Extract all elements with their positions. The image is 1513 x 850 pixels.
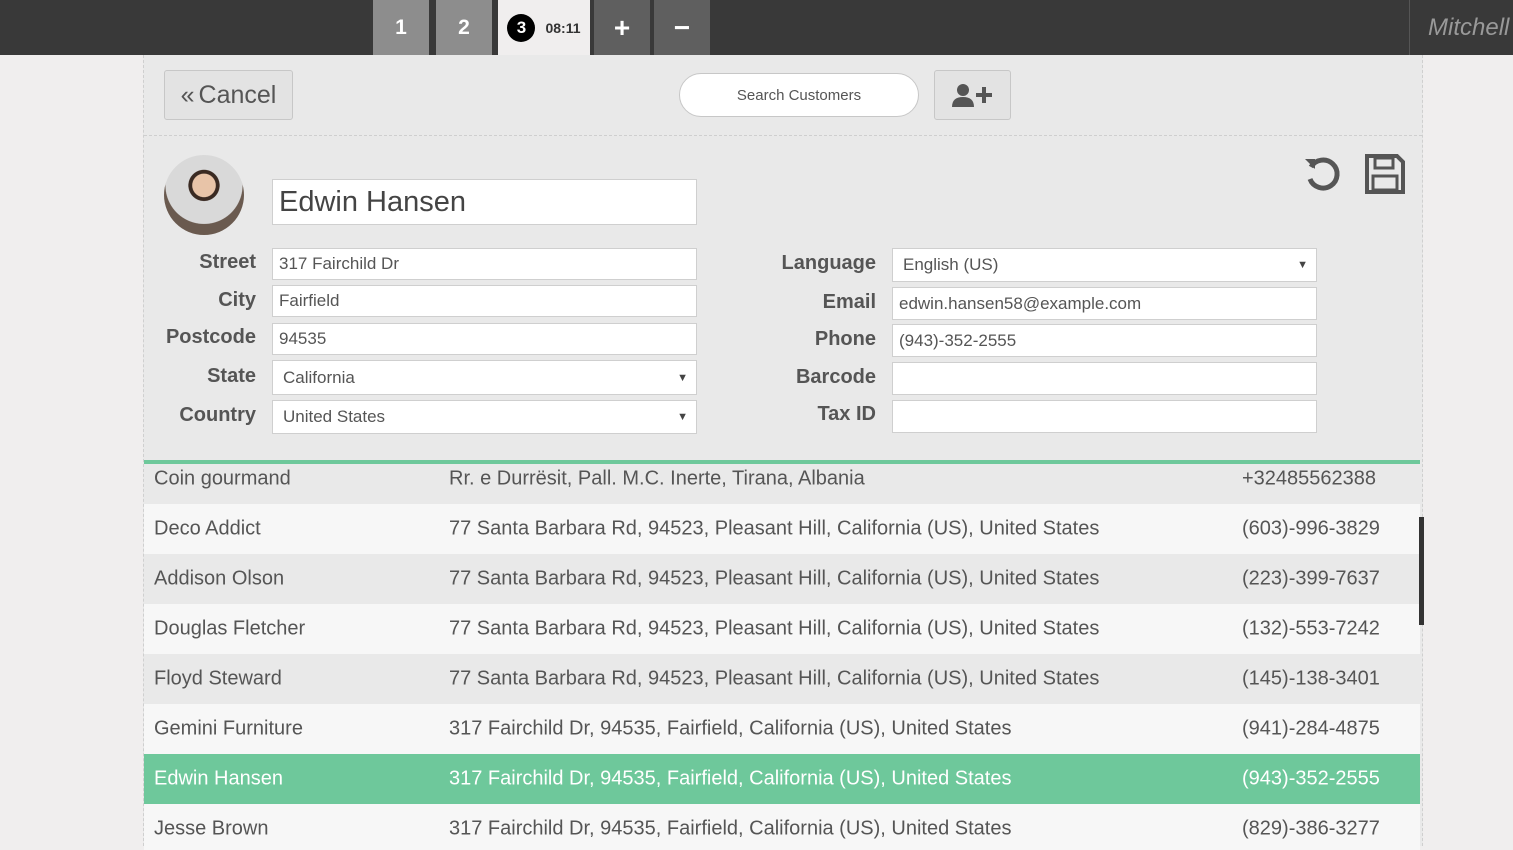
- customer-row[interactable]: Jesse Brown 317 Fairchild Dr, 94535, Fai…: [144, 804, 1420, 850]
- email-label: Email: [822, 291, 876, 313]
- order-tab-3-active[interactable]: 3 08:11: [498, 0, 590, 55]
- remove-order-button[interactable]: −: [654, 0, 710, 55]
- user-plus-icon: [951, 84, 992, 107]
- street-input[interactable]: 317 Fairchild Dr: [272, 248, 697, 280]
- customer-row[interactable]: Floyd Steward 77 Santa Barbara Rd, 94523…: [144, 654, 1420, 704]
- customer-address: 77 Santa Barbara Rd, 94523, Pleasant Hil…: [449, 567, 1100, 590]
- user-name[interactable]: Mitchell Admin: [1409, 0, 1513, 55]
- cancel-button[interactable]: « Cancel: [164, 70, 293, 120]
- customer-name-input[interactable]: Edwin Hansen: [272, 179, 697, 225]
- customer-phone: (829)-386-3277: [1242, 817, 1380, 840]
- country-select[interactable]: United States ▼: [272, 400, 697, 434]
- add-order-button[interactable]: +: [594, 0, 650, 55]
- customer-address: 317 Fairchild Dr, 94535, Fairfield, Cali…: [449, 767, 1012, 790]
- taxid-input[interactable]: [892, 400, 1317, 433]
- customer-row[interactable]: Addison Olson 77 Santa Barbara Rd, 94523…: [144, 554, 1420, 604]
- city-label: City: [218, 289, 256, 311]
- customer-avatar[interactable]: [164, 155, 244, 235]
- customer-name: Coin gourmand: [154, 467, 291, 490]
- customer-screen: « Cancel Search Customers Edwin Hansen S…: [143, 55, 1424, 850]
- country-label: Country: [179, 404, 256, 426]
- state-select[interactable]: California ▼: [272, 360, 697, 395]
- caret-down-icon: ▼: [677, 371, 688, 384]
- barcode-label: Barcode: [795, 366, 876, 388]
- postcode-label: Postcode: [165, 326, 256, 348]
- double-chevron-left-icon: «: [180, 80, 195, 109]
- email-input[interactable]: edwin.hansen58@example.com: [892, 287, 1317, 320]
- minus-icon: −: [673, 11, 691, 43]
- add-customer-button[interactable]: [934, 70, 1011, 120]
- order-tab-1[interactable]: 1: [373, 0, 429, 55]
- search-customers-input[interactable]: Search Customers: [679, 73, 919, 117]
- customer-row-selected[interactable]: Edwin Hansen 317 Fairchild Dr, 94535, Fa…: [144, 754, 1420, 804]
- phone-input[interactable]: (943)-352-2555: [892, 324, 1317, 357]
- city-input[interactable]: Fairfield: [272, 285, 697, 317]
- customer-phone: (941)-284-4875: [1242, 717, 1380, 740]
- state-value: California: [283, 367, 355, 387]
- undo-icon[interactable]: [1302, 153, 1344, 195]
- caret-down-icon: ▼: [677, 411, 688, 423]
- customer-address: 77 Santa Barbara Rd, 94523, Pleasant Hil…: [449, 617, 1100, 640]
- cancel-label: Cancel: [198, 80, 277, 109]
- phone-label: Phone: [814, 328, 876, 350]
- language-value: English (US): [903, 255, 999, 274]
- customer-row[interactable]: Douglas Fletcher 77 Santa Barbara Rd, 94…: [144, 604, 1420, 654]
- list-scrollbar[interactable]: [1419, 517, 1424, 625]
- caret-down-icon: ▼: [1297, 259, 1308, 271]
- customer-name: Addison Olson: [154, 567, 285, 590]
- customer-name: Douglas Fletcher: [154, 617, 306, 640]
- customer-address: Rr. e Durrësit, Pall. M.C. Inerte, Tiran…: [449, 467, 865, 490]
- plus-icon: +: [613, 11, 631, 43]
- customer-phone: (145)-138-3401: [1242, 667, 1380, 690]
- customer-name: Deco Addict: [154, 517, 261, 540]
- customer-address: 317 Fairchild Dr, 94535, Fairfield, Cali…: [449, 717, 1012, 740]
- customer-name: Gemini Furniture: [154, 717, 303, 740]
- top-bar: 1 2 3 08:11 + − Mitchell Admin: [0, 0, 1513, 55]
- taxid-label: Tax ID: [817, 403, 876, 425]
- customer-row[interactable]: Coin gourmand Rr. e Durrësit, Pall. M.C.…: [144, 464, 1420, 504]
- customer-name: Edwin Hansen: [154, 767, 283, 790]
- country-value: United States: [283, 407, 386, 426]
- customer-address: 77 Santa Barbara Rd, 94523, Pleasant Hil…: [449, 517, 1100, 540]
- state-label: State: [207, 365, 256, 387]
- language-select[interactable]: English (US) ▼: [892, 248, 1317, 282]
- toolbar-divider: [144, 135, 1422, 136]
- customer-name: Floyd Steward: [154, 667, 282, 690]
- order-number-badge: 3: [507, 13, 536, 42]
- order-tab-label: 1: [395, 15, 407, 39]
- language-label: Language: [781, 252, 876, 274]
- customer-phone: (132)-553-7242: [1242, 617, 1380, 640]
- barcode-input[interactable]: [892, 362, 1317, 395]
- customer-phone: (223)-399-7637: [1242, 567, 1380, 590]
- customer-phone: (603)-996-3829: [1242, 517, 1380, 540]
- street-label: Street: [199, 251, 256, 273]
- order-time: 08:11: [545, 19, 581, 36]
- save-icon[interactable]: [1364, 153, 1406, 195]
- order-tab-2[interactable]: 2: [436, 0, 492, 55]
- order-tab-label: 2: [458, 15, 470, 39]
- customer-phone: (943)-352-2555: [1242, 767, 1380, 790]
- customer-phone: +32485562388: [1242, 467, 1377, 490]
- customer-address: 317 Fairchild Dr, 94535, Fairfield, Cali…: [449, 817, 1012, 840]
- customer-list: Coin gourmand Rr. e Durrësit, Pall. M.C.…: [144, 460, 1420, 850]
- customer-name: Jesse Brown: [154, 817, 269, 840]
- customer-address: 77 Santa Barbara Rd, 94523, Pleasant Hil…: [449, 667, 1100, 690]
- customer-row[interactable]: Gemini Furniture 317 Fairchild Dr, 94535…: [144, 704, 1420, 754]
- customer-row[interactable]: Deco Addict 77 Santa Barbara Rd, 94523, …: [144, 504, 1420, 554]
- postcode-input[interactable]: 94535: [272, 323, 697, 355]
